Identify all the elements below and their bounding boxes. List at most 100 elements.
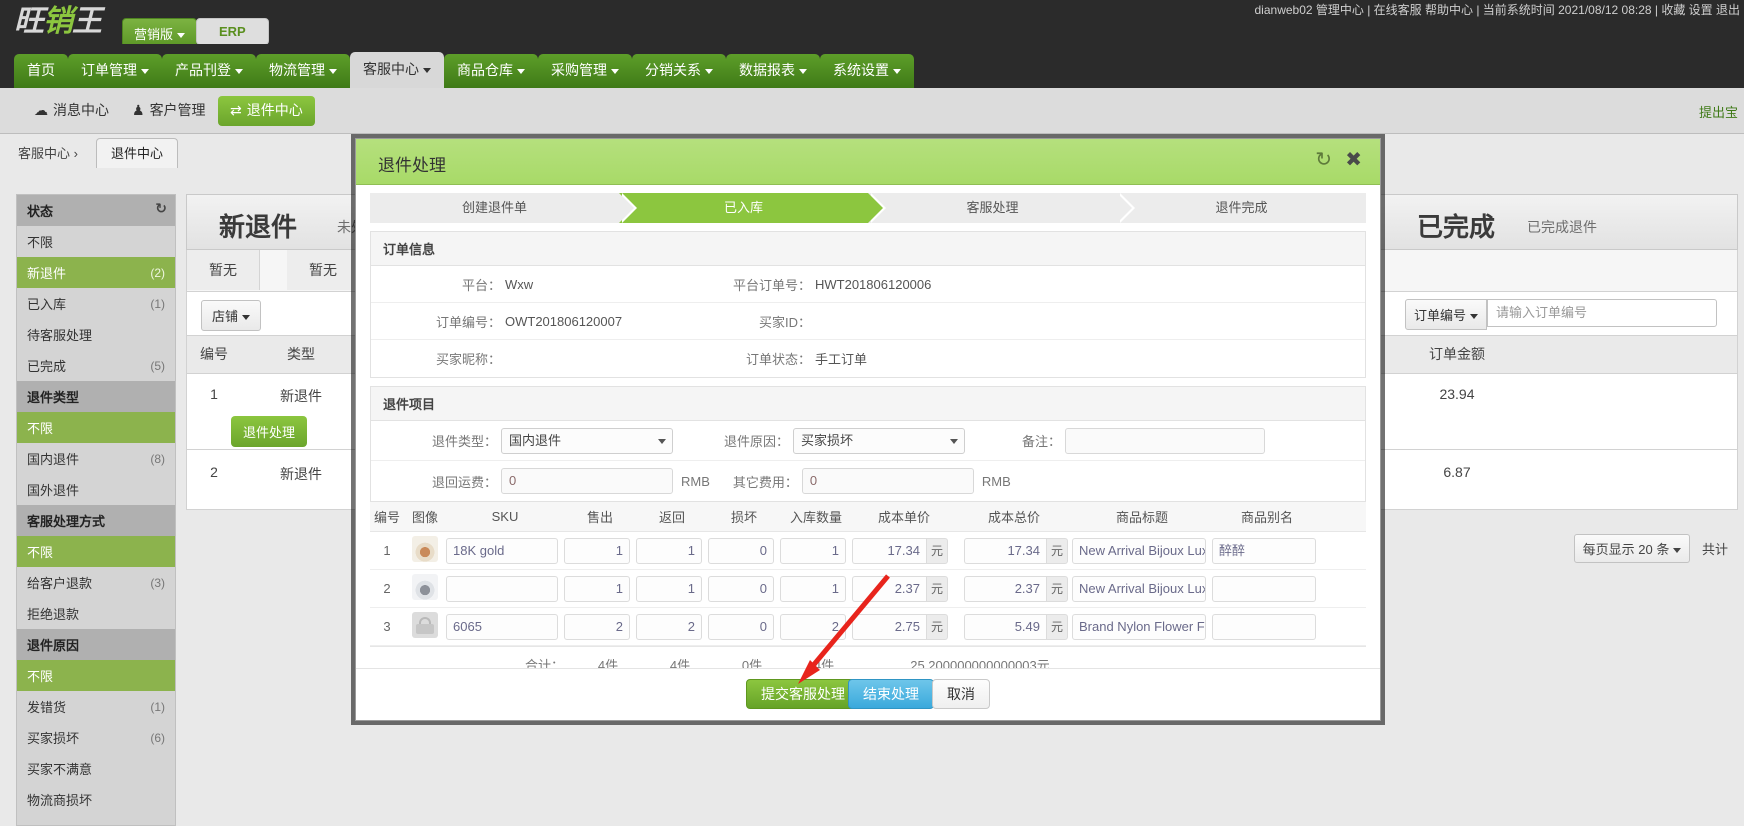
return-reason-select[interactable]: 买家损坏: [793, 427, 965, 454]
sidebar-item-0-3[interactable]: 待客服处理: [17, 319, 175, 350]
sidebar-group-1: 退件类型: [17, 381, 175, 412]
title-input[interactable]: Brand Nylon Flower Flor: [1072, 613, 1206, 640]
sidebar-item-1-2[interactable]: 国外退件: [17, 474, 175, 505]
col-returned: 返回: [658, 510, 685, 525]
step-3[interactable]: 退件完成: [1117, 193, 1366, 223]
total-cost-input[interactable]: 17.34: [964, 537, 1046, 564]
returned-input[interactable]: 1: [636, 575, 702, 602]
process-return-button[interactable]: 退件处理: [231, 416, 308, 447]
order-field-select[interactable]: 订单编号: [1405, 299, 1488, 330]
sold-input[interactable]: 1: [564, 575, 630, 602]
instock-input[interactable]: 1: [780, 537, 846, 564]
unit-cost-input[interactable]: 2.37: [852, 575, 926, 602]
step-0[interactable]: 创建退件单: [370, 193, 637, 223]
sidebar-item-0-2[interactable]: 已入库 (1): [17, 288, 175, 319]
sku-input[interactable]: [446, 575, 558, 602]
unit-cost-input[interactable]: 2.75: [852, 613, 926, 640]
nav-item-label: 采购管理: [551, 62, 607, 78]
order-info-row: 买家昵称： 订单状态： 手工订单: [371, 340, 1365, 377]
returned-input[interactable]: 1: [636, 537, 702, 564]
subnav-item-1[interactable]: ♟ 客户管理: [120, 96, 218, 126]
necklace-thumb[interactable]: [404, 536, 446, 565]
cancel-button[interactable]: 取消: [932, 679, 990, 709]
sidebar-item-3-0[interactable]: 不限: [17, 660, 175, 691]
subnav-right-link[interactable]: 提出宝: [1699, 102, 1738, 121]
returned-input[interactable]: 2: [636, 613, 702, 640]
table-row: 2 1 1 0 1 2.37 元 2.37 元 New Arrival Bijo…: [370, 570, 1366, 608]
subnav-item-0[interactable]: ☁ 消息中心: [22, 96, 121, 126]
pendant-thumb[interactable]: [404, 574, 446, 603]
damaged-input[interactable]: 0: [708, 575, 774, 602]
sidebar-item-2-0[interactable]: 不限: [17, 536, 175, 567]
currency-unit: 元: [926, 575, 948, 602]
nav-item-5[interactable]: 商品仓库: [444, 54, 538, 88]
unit-cost-input[interactable]: 17.34: [852, 537, 926, 564]
currency-unit: 元: [1046, 613, 1068, 640]
return-item-form-row-2: 退回运费： 0 RMB 其它费用： 0 RMB: [371, 461, 1365, 501]
damaged-input[interactable]: 0: [708, 537, 774, 564]
sold-input[interactable]: 2: [564, 613, 630, 640]
sidebar-item-0-1[interactable]: 新退件 (2): [17, 257, 175, 288]
instock-input[interactable]: 1: [780, 575, 846, 602]
shop-filter-button[interactable]: 店铺: [201, 300, 262, 331]
sidebar-item-2-2[interactable]: 拒绝退款: [17, 598, 175, 629]
sidebar-item-0-0[interactable]: 不限: [17, 226, 175, 257]
alias-input[interactable]: [1212, 613, 1316, 640]
sidebar-item-count: (8): [150, 451, 165, 466]
sidebar-item-0-4[interactable]: 已完成 (5): [17, 350, 175, 381]
alias-input[interactable]: 醉醉: [1212, 537, 1316, 564]
nav-item-0[interactable]: 首页: [14, 54, 68, 88]
nav-item-9[interactable]: 系统设置: [820, 54, 914, 88]
bag-thumb[interactable]: [404, 612, 446, 641]
sidebar-item-3-2[interactable]: 买家损坏 (6): [17, 722, 175, 753]
step-2[interactable]: 客服处理: [868, 193, 1135, 223]
erp-button[interactable]: ERP: [196, 18, 269, 45]
chevron-down-icon: [893, 68, 901, 74]
close-icon[interactable]: ✖: [1345, 150, 1362, 170]
app-logo[interactable]: 旺销王: [14, 4, 119, 40]
nav-item-8[interactable]: 数据报表: [726, 54, 820, 88]
refresh-icon[interactable]: ↻: [155, 200, 167, 217]
nav-item-1[interactable]: 订单管理: [68, 54, 162, 88]
status-tab-1[interactable]: 暂无: [187, 250, 260, 290]
step-arrow-icon: [619, 193, 634, 223]
finish-process-button[interactable]: 结束处理: [848, 679, 934, 709]
sku-input[interactable]: 18K gold: [446, 537, 558, 564]
sold-input[interactable]: 1: [564, 537, 630, 564]
title-input[interactable]: New Arrival Bijoux Luxur: [1072, 575, 1206, 602]
sku-input[interactable]: 6065: [446, 613, 558, 640]
other-fee-input[interactable]: 0: [801, 468, 974, 494]
row2-type: 新退件: [280, 466, 322, 482]
sidebar-item-3-4[interactable]: 物流商损坏: [17, 784, 175, 815]
col-instock: 入库数量: [789, 510, 842, 525]
sidebar-item-1-1[interactable]: 国内退件 (8): [17, 443, 175, 474]
sidebar-item-count: (3): [150, 575, 165, 590]
page-size-select[interactable]: 每页显示 20 条: [1573, 534, 1691, 563]
breadcrumb-tab-return-center[interactable]: 退件中心: [96, 138, 179, 168]
subnav-item-2[interactable]: ⇄ 退件中心: [218, 96, 315, 126]
title-input[interactable]: New Arrival Bijoux Luxur: [1072, 537, 1206, 564]
submit-to-service-button[interactable]: 提交客服处理: [746, 679, 860, 709]
sidebar-item-2-1[interactable]: 给客户退款 (3): [17, 567, 175, 598]
nav-item-6[interactable]: 采购管理: [538, 54, 632, 88]
sidebar-item-1-0[interactable]: 不限: [17, 412, 175, 443]
col-title: 商品标题: [1115, 510, 1168, 525]
nav-item-7[interactable]: 分销关系: [632, 54, 726, 88]
total-cost-input[interactable]: 2.37: [964, 575, 1046, 602]
nav-item-2[interactable]: 产品刊登: [162, 54, 256, 88]
return-type-select[interactable]: 国内退件: [501, 427, 673, 454]
total-cost-input[interactable]: 5.49: [964, 613, 1046, 640]
instock-input[interactable]: 2: [780, 613, 846, 640]
alias-input[interactable]: [1212, 575, 1316, 602]
refresh-icon[interactable]: ↻: [1315, 150, 1332, 170]
sidebar-item-3-3[interactable]: 买家不满意: [17, 753, 175, 784]
status-tab-2[interactable]: 暂无: [287, 250, 360, 290]
return-freight-input[interactable]: 0: [501, 468, 673, 494]
remark-input[interactable]: [1065, 427, 1265, 454]
nav-item-3[interactable]: 物流管理: [256, 54, 350, 88]
nav-item-4[interactable]: 客服中心: [350, 52, 444, 88]
damaged-input[interactable]: 0: [708, 613, 774, 640]
step-1[interactable]: 已入库: [619, 193, 886, 223]
order-search-input[interactable]: 请输入订单编号: [1487, 299, 1717, 327]
sidebar-item-3-1[interactable]: 发错货 (1): [17, 691, 175, 722]
